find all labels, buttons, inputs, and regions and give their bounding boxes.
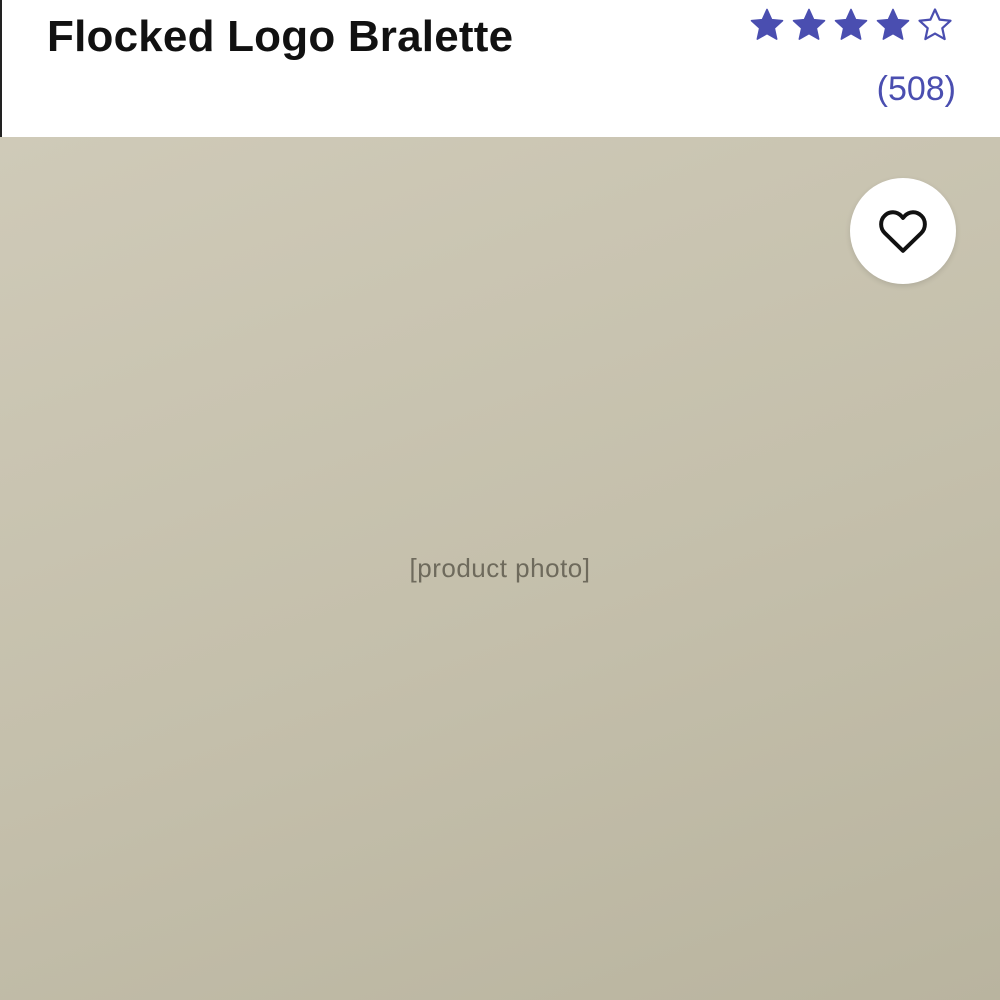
- product-header: Flocked Logo Bralette (508): [0, 0, 1000, 137]
- image-placeholder: [product photo]: [409, 553, 591, 583]
- product-image[interactable]: [product photo]: [0, 137, 1000, 1000]
- star-rating[interactable]: [748, 6, 954, 44]
- star-filled-icon: [834, 8, 868, 40]
- star-filled-icon: [750, 8, 784, 40]
- review-count-link[interactable]: (508): [877, 70, 956, 109]
- star-outline-icon: [918, 8, 952, 41]
- star-filled-icon: [876, 8, 910, 40]
- heart-outline-icon: [879, 210, 927, 253]
- product-title: Flocked Logo Bralette: [47, 12, 514, 61]
- favorite-button[interactable]: [850, 178, 956, 284]
- star-filled-icon: [792, 8, 826, 40]
